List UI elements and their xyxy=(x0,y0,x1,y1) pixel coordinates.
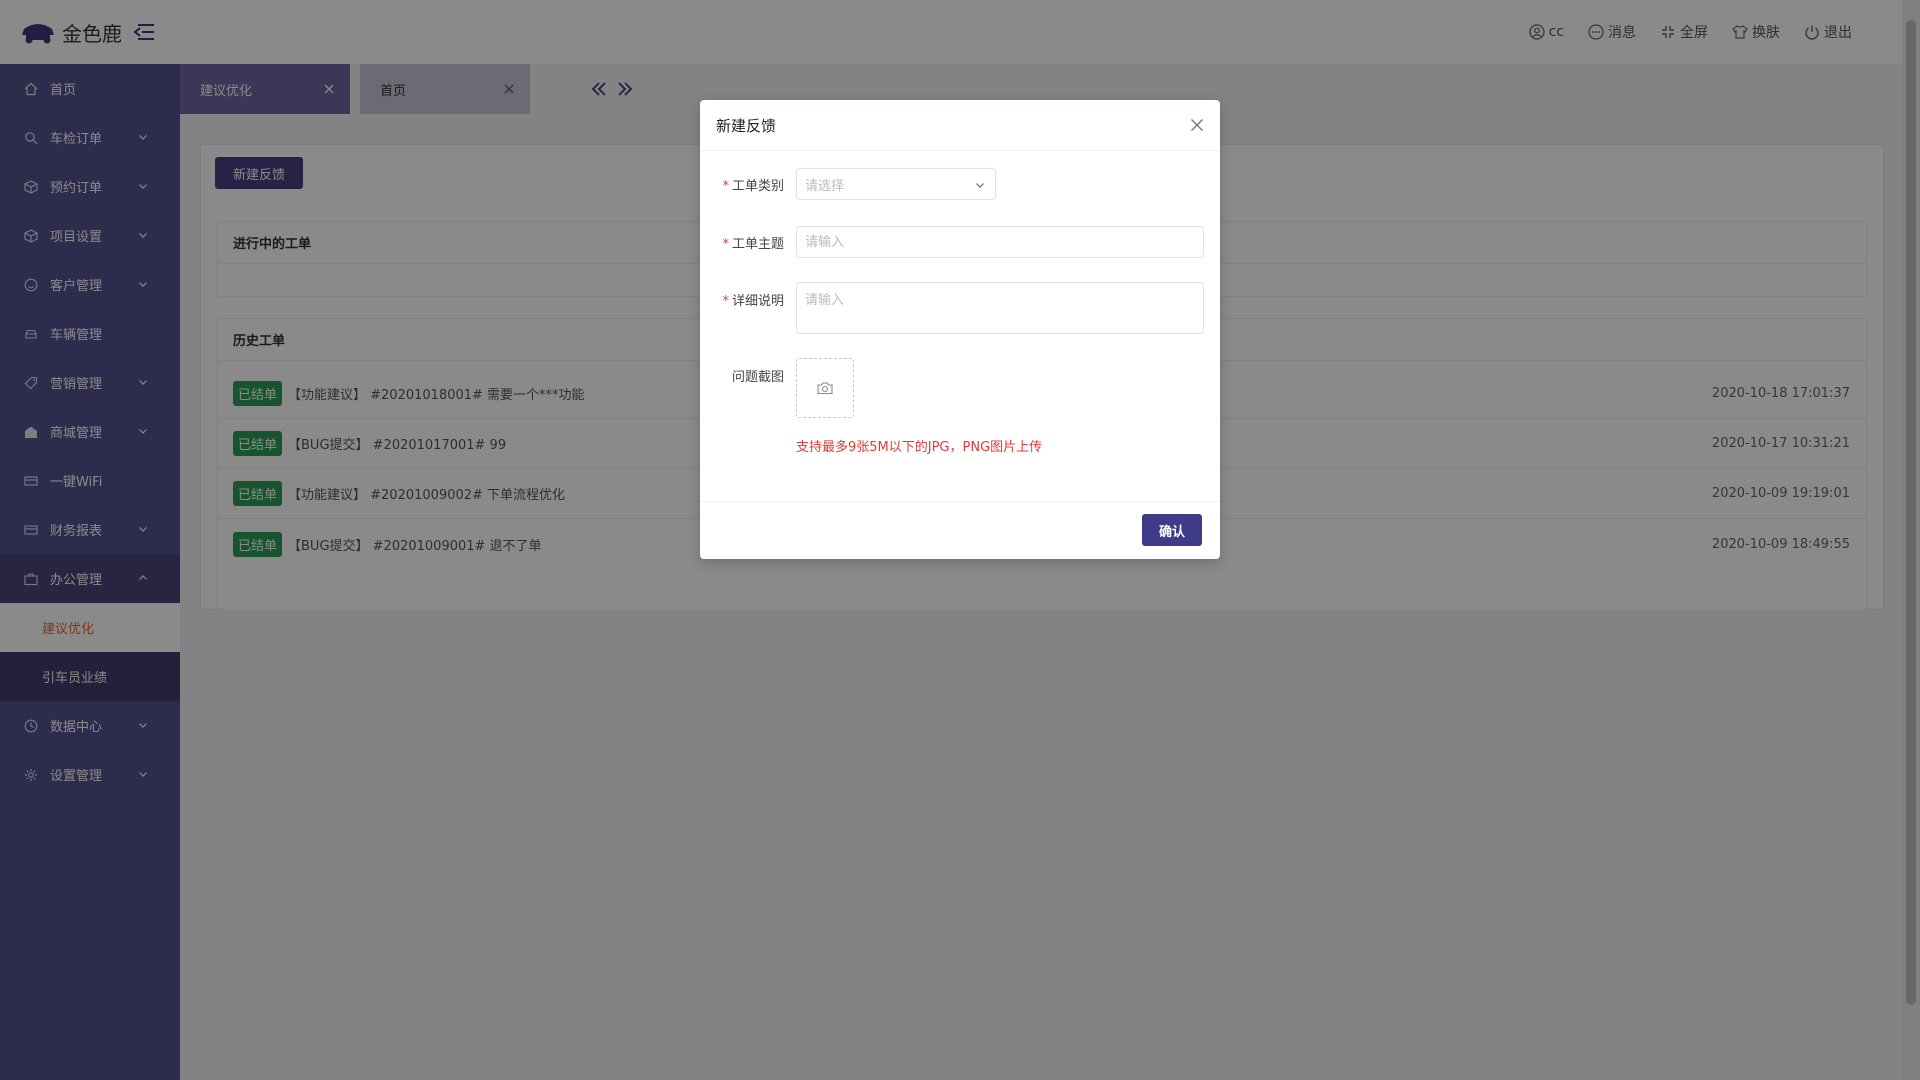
category-label: * 工单类别 xyxy=(722,178,784,194)
screenshot-label: 问题截图 xyxy=(731,370,784,385)
form-row-detail: * 详细说明 xyxy=(700,282,1204,334)
dialog-footer: 确认 xyxy=(700,501,1220,559)
chevron-down-icon xyxy=(976,183,984,188)
form-row-screenshot: 问题截图 xyxy=(700,358,854,418)
required-mark: * xyxy=(722,178,729,194)
dialog-title: 新建反馈 xyxy=(716,116,777,135)
camera-icon xyxy=(817,382,833,395)
upload-hint: 支持最多9张5M以下的JPG，PNG图片上传 xyxy=(796,440,1043,455)
subject-input[interactable] xyxy=(796,226,1204,258)
required-mark: * xyxy=(722,236,729,252)
detail-textarea[interactable] xyxy=(796,282,1204,334)
dialog-header: 新建反馈 xyxy=(700,100,1220,151)
subject-label: * 工单主题 xyxy=(722,236,784,252)
detail-label: * 详细说明 xyxy=(722,294,784,309)
new-feedback-dialog: 新建反馈 *工单类别 请选择 *工单主题 *详细说明 问题截图 支持最多9张5M… xyxy=(700,100,1220,559)
image-upload-button[interactable] xyxy=(796,358,854,418)
form-row-subject: * 工单主题 xyxy=(700,226,1204,258)
category-select[interactable]: 请选择 xyxy=(796,168,996,200)
form-row-category: * 工单类别 请选择 xyxy=(700,168,996,200)
close-icon[interactable] xyxy=(1190,118,1204,132)
confirm-button[interactable]: 确认 xyxy=(1142,514,1202,546)
required-mark: * xyxy=(722,294,729,309)
category-placeholder: 请选择 xyxy=(805,178,845,194)
